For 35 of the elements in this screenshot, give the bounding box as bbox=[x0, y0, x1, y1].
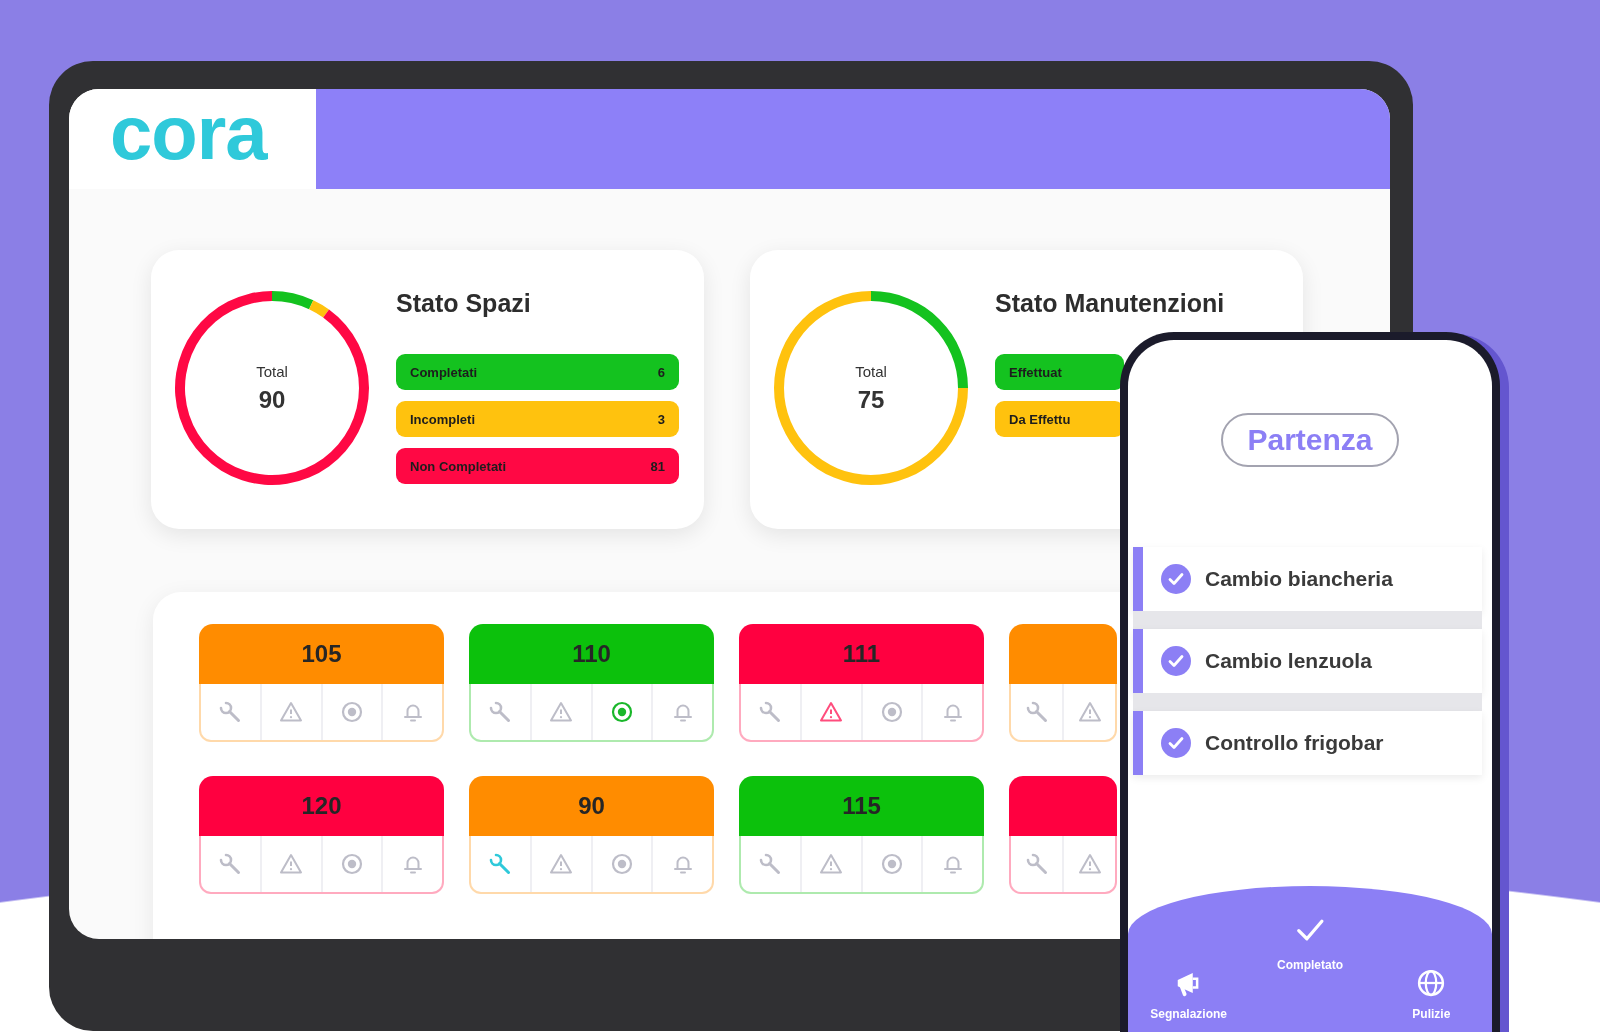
legend-count: 3 bbox=[657, 411, 665, 427]
total-label: Total bbox=[855, 362, 887, 380]
task-row[interactable]: Controllo frigobar bbox=[1133, 711, 1482, 775]
total-value: 75 bbox=[857, 385, 885, 414]
legend-label: Incompleti bbox=[410, 411, 475, 427]
card-title: Stato Spazi bbox=[396, 288, 532, 318]
task-row[interactable]: Cambio biancheria bbox=[1133, 547, 1482, 611]
legend-count: 6 bbox=[657, 364, 665, 380]
legend-label: Completati bbox=[410, 364, 478, 380]
check-circle-icon[interactable] bbox=[1161, 564, 1191, 594]
tile-header: 90 bbox=[469, 776, 714, 836]
check-circle-icon[interactable] bbox=[1161, 728, 1191, 758]
tile-header: 111 bbox=[739, 624, 984, 684]
status-button[interactable]: Partenza bbox=[1221, 413, 1399, 467]
tile-header: 120 bbox=[199, 776, 444, 836]
total-value: 90 bbox=[258, 385, 286, 414]
task-label: Controllo frigobar bbox=[1205, 731, 1384, 755]
legend-label: Non Completati bbox=[410, 458, 507, 474]
tile-header: 110 bbox=[469, 624, 714, 684]
task-row[interactable]: Cambio lenzuola bbox=[1133, 629, 1482, 693]
nav-button[interactable]: Completato bbox=[1277, 915, 1343, 972]
tile-header: 105 bbox=[199, 624, 444, 684]
legend-count: 81 bbox=[650, 458, 665, 474]
card-title: Stato Manutenzioni bbox=[995, 288, 1225, 318]
task-label: Cambio lenzuola bbox=[1205, 649, 1372, 673]
total-label: Total bbox=[256, 362, 288, 380]
globe-icon bbox=[1416, 968, 1447, 998]
task-label: Cambio biancheria bbox=[1205, 567, 1393, 591]
legend-label: Effettuat bbox=[1009, 364, 1062, 380]
nav-button[interactable]: Pulizie bbox=[1412, 968, 1451, 1021]
legend-label: Da Effettu bbox=[1009, 411, 1071, 427]
check-circle-icon[interactable] bbox=[1161, 646, 1191, 676]
nav-button[interactable]: Segnalazione bbox=[1150, 968, 1227, 1021]
tile-header: 115 bbox=[739, 776, 984, 836]
logo-text: cora bbox=[110, 95, 267, 171]
